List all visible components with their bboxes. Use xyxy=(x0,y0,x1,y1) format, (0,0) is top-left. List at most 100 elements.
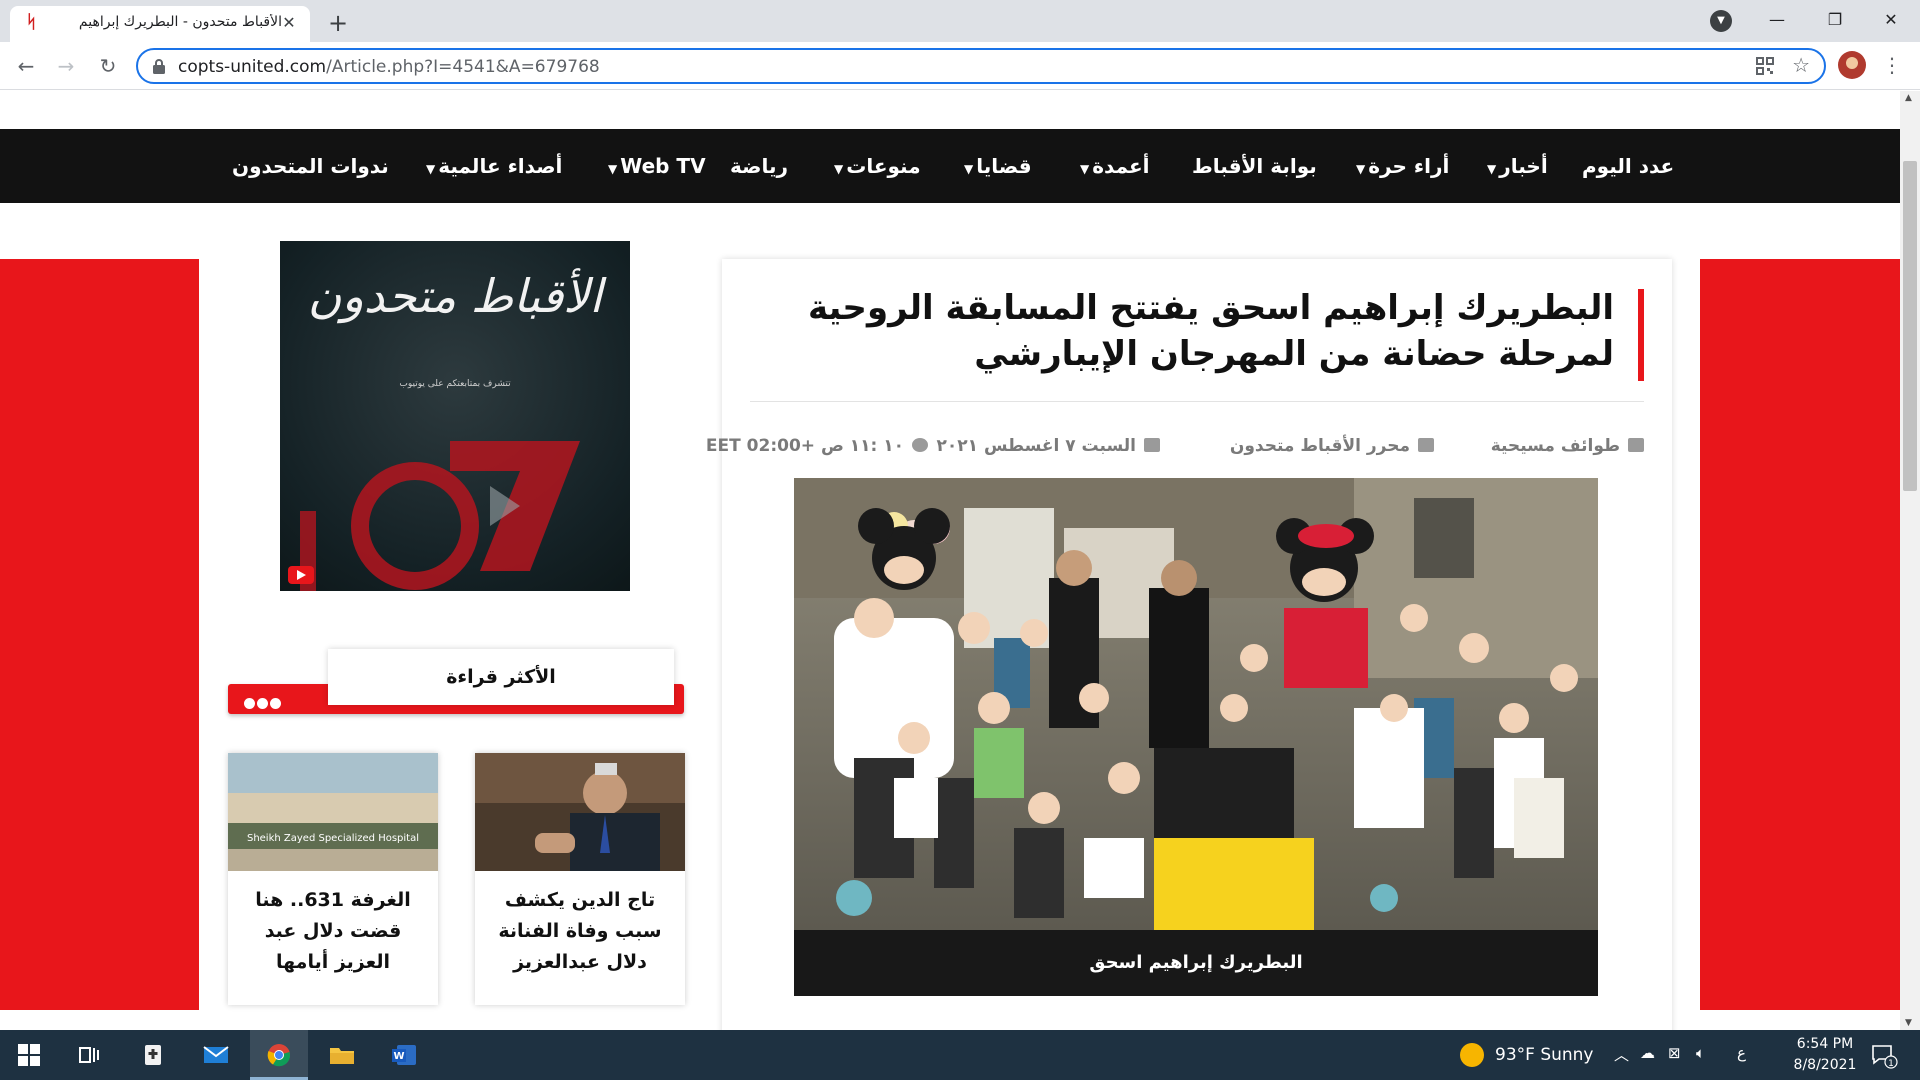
news-thumbnail: Sheikh Zayed Specialized Hospital xyxy=(228,753,438,871)
task-view-button[interactable] xyxy=(60,1030,118,1080)
nav-item-free-opinions[interactable]: أراء حرة▼ xyxy=(1356,151,1449,181)
url-host: copts-united.com xyxy=(178,57,327,77)
notification-bubble-icon: 1 xyxy=(1872,1045,1898,1069)
forward-button[interactable]: → xyxy=(52,52,80,80)
category-label: طوائف مسيحية xyxy=(1490,436,1620,456)
nav-label: أخبار xyxy=(1499,154,1548,178)
tab-close-button[interactable]: ✕ xyxy=(278,12,300,34)
nav-item-sports[interactable]: رياضة xyxy=(730,151,788,181)
meta-date: السبت ٧ اغسطس ٢٠٢١ xyxy=(937,434,1160,458)
article-meta: طوائف مسيحية محرر الأقباط متحدون السبت ٧… xyxy=(706,434,1644,458)
notification-count: 1 xyxy=(1888,1059,1894,1069)
chevron-down-icon: ▼ xyxy=(608,162,618,176)
nav-item-copts-portal[interactable]: بوابة الأقباط xyxy=(1192,151,1317,181)
onedrive-cloud-icon[interactable]: ☁ xyxy=(1640,1044,1655,1062)
nav-label: رياضة xyxy=(730,154,788,178)
tab-title: الأقباط متحدون - البطريرك إبراهيم xyxy=(78,14,282,30)
pen-icon xyxy=(1418,438,1434,452)
back-button[interactable]: ← xyxy=(12,52,40,80)
nav-item-web-tv[interactable]: ▼ Web TV xyxy=(608,151,706,181)
reload-button[interactable]: ↻ xyxy=(94,52,122,80)
nav-label: منوعات xyxy=(846,154,921,178)
nav-label: قضايا xyxy=(976,154,1032,178)
windows-logo-icon xyxy=(18,1044,40,1066)
url-text[interactable]: copts-united.com/Article.php?I=4541&A=67… xyxy=(178,57,600,77)
site-favicon-icon: ᛋ xyxy=(26,12,37,33)
browser-menu-button[interactable]: ⋮ xyxy=(1880,50,1904,80)
nav-label: عدد اليوم xyxy=(1582,154,1675,178)
nav-label: بوابة الأقباط xyxy=(1192,154,1317,178)
article-photo[interactable] xyxy=(794,478,1598,930)
site-main-nav: عدد اليوم أخبار▼ أراء حرة▼ بوابة الأقباط… xyxy=(0,129,1900,203)
news-headline[interactable]: تاج الدين يكشف سبب وفاة الفنانة دلال عبد… xyxy=(485,885,675,978)
profile-avatar[interactable] xyxy=(1838,51,1866,79)
taskbar-app-mail[interactable] xyxy=(186,1030,244,1080)
camera-icon xyxy=(1628,438,1644,452)
taskbar-app-chrome[interactable] xyxy=(250,1030,308,1080)
clock-date[interactable]: 8/8/2021 xyxy=(1780,1057,1870,1073)
scroll-thumb[interactable] xyxy=(1903,161,1917,491)
qr-code-icon[interactable] xyxy=(1756,57,1774,75)
nav-item-seminars[interactable]: ندوات المتحدون xyxy=(232,151,389,181)
calendar-icon xyxy=(1144,438,1160,452)
youtube-promo-video[interactable]: الأقباط متحدون تتشرف بمتابعتكم على يوتيو… xyxy=(280,241,630,591)
weather-sun-icon[interactable] xyxy=(1460,1043,1484,1067)
clock-time[interactable]: 6:54 PM xyxy=(1780,1036,1870,1052)
nav-item-issues[interactable]: قضايا▼ xyxy=(964,151,1032,181)
taskbar-app-bible[interactable] xyxy=(124,1030,182,1080)
url-path: /Article.php?I=4541&A=679768 xyxy=(326,57,600,77)
show-hidden-icons-icon[interactable]: ︿ xyxy=(1614,1044,1629,1065)
minimize-button[interactable]: — xyxy=(1754,4,1800,36)
meta-author[interactable]: محرر الأقباط متحدون xyxy=(1230,434,1434,458)
browser-tab-bar: ᛋ الأقباط متحدون - البطريرك إبراهيم ✕ + … xyxy=(0,0,1920,42)
chevron-down-icon: ▼ xyxy=(1080,162,1090,176)
scroll-up-icon[interactable]: ▲ xyxy=(1905,93,1912,103)
close-window-button[interactable]: ✕ xyxy=(1868,4,1914,36)
author-label: محرر الأقباط متحدون xyxy=(1229,436,1410,456)
meta-category[interactable]: طوائف مسيحية xyxy=(1491,434,1644,458)
tab-search-icon[interactable]: ▼ xyxy=(1710,10,1732,32)
nav-item-misc[interactable]: منوعات▼ xyxy=(834,151,921,181)
chrome-icon xyxy=(267,1044,291,1067)
page-scrollbar[interactable]: ▲ ▼ xyxy=(1900,91,1920,1030)
video-title: الأقباط متحدون xyxy=(307,269,603,323)
lock-icon xyxy=(153,59,165,74)
restore-button[interactable]: ❐ xyxy=(1812,4,1858,36)
folder-icon xyxy=(330,1048,354,1064)
nav-label: Web TV xyxy=(620,154,706,178)
most-read-card[interactable]: Sheikh Zayed Specialized Hospital الغرفة… xyxy=(228,753,438,1005)
page-viewport: عدد اليوم أخبار▼ أراء حرة▼ بوابة الأقباط… xyxy=(0,91,1900,1030)
article-card: البطريرك إبراهيم اسحق يفتتح المسابقة الر… xyxy=(706,259,1672,1030)
browser-tab[interactable]: ᛋ الأقباط متحدون - البطريرك إبراهيم ✕ xyxy=(10,6,310,42)
book-icon xyxy=(145,1045,161,1065)
volume-icon[interactable]: 🔈︎ xyxy=(1696,1044,1705,1062)
article-title: البطريرك إبراهيم اسحق يفتتح المسابقة الر… xyxy=(807,288,1614,374)
time-label: ١٠ :١١ ص +02:00 EET xyxy=(705,436,904,456)
notifications-button[interactable]: 1 xyxy=(1870,1042,1898,1070)
title-divider xyxy=(750,401,1644,402)
address-bar[interactable]: copts-united.com/Article.php?I=4541&A=67… xyxy=(136,48,1826,84)
start-button[interactable] xyxy=(0,1030,58,1080)
most-read-card[interactable]: تاج الدين يكشف سبب وفاة الفنانة دلال عبد… xyxy=(475,753,685,1005)
nav-label: أصداء عالمية xyxy=(438,154,563,178)
article-photo-image xyxy=(794,478,1598,930)
network-icon[interactable]: ⊠ xyxy=(1668,1044,1681,1062)
photo-caption: البطريرك إبراهيم اسحق xyxy=(794,930,1598,996)
nav-item-today-issue[interactable]: عدد اليوم xyxy=(1582,151,1674,181)
nav-label: أراء حرة xyxy=(1368,154,1450,178)
taskbar-app-explorer[interactable] xyxy=(312,1030,370,1080)
dots-icon xyxy=(244,694,284,709)
new-tab-button[interactable]: + xyxy=(324,10,352,38)
taskbar-app-word[interactable]: W xyxy=(374,1030,432,1080)
nav-item-news[interactable]: أخبار▼ xyxy=(1487,151,1548,181)
weather-text[interactable]: 93°F Sunny xyxy=(1495,1045,1594,1065)
nav-label: ندوات المتحدون xyxy=(232,154,389,178)
bookmark-star-icon[interactable]: ☆ xyxy=(1792,53,1810,77)
red-side-panel-left xyxy=(0,259,199,1010)
scroll-down-icon[interactable]: ▼ xyxy=(1905,1018,1912,1028)
nav-item-columns[interactable]: أعمدة▼ xyxy=(1080,151,1150,181)
task-view-icon xyxy=(79,1047,99,1063)
nav-item-world-echoes[interactable]: أصداء عالمية▼ xyxy=(426,151,562,181)
input-language-indicator[interactable]: ع xyxy=(1737,1044,1746,1062)
news-headline[interactable]: الغرفة 631.. هنا قضت دلال عبد العزيز أيا… xyxy=(238,885,428,978)
